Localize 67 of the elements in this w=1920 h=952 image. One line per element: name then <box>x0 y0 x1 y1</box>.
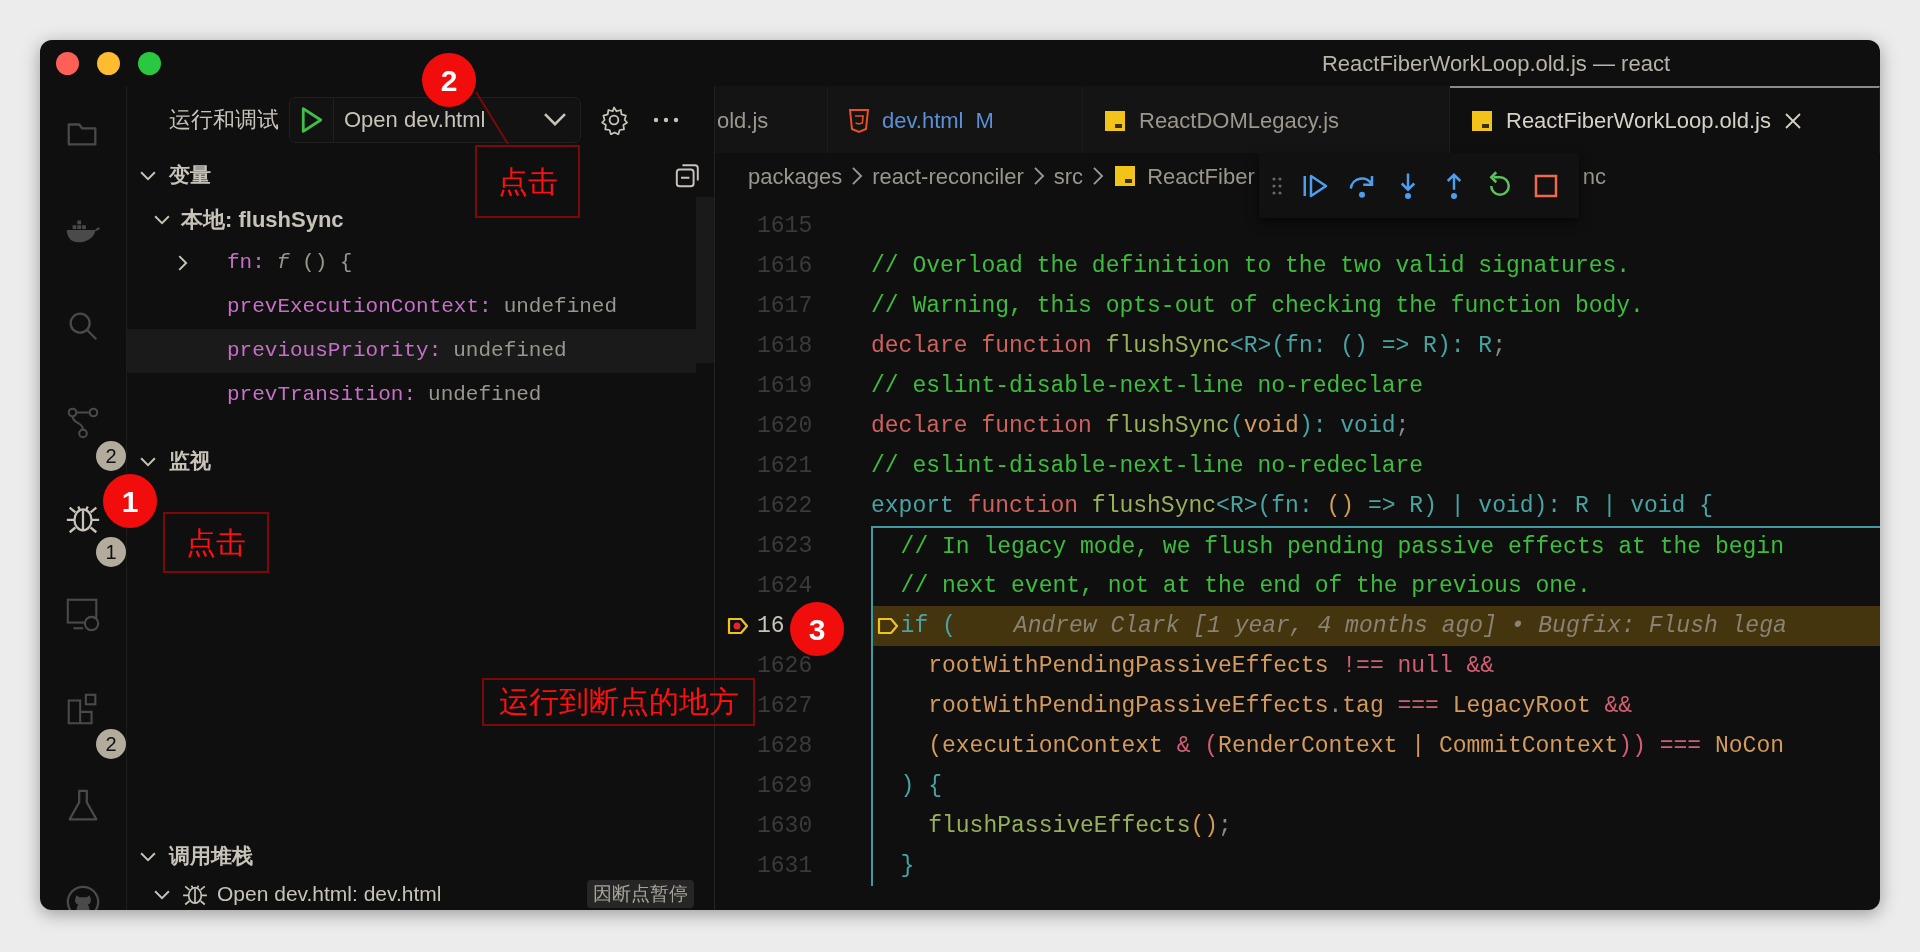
variable-row[interactable]: fn: f () { <box>127 241 696 285</box>
settings-icon[interactable] <box>599 104 629 135</box>
js-file-icon <box>1103 108 1127 133</box>
scope-name[interactable]: 本地: flushSync <box>181 202 344 236</box>
variable-value: undefined <box>453 338 567 365</box>
breadcrumb-item[interactable]: nc <box>1582 153 1606 199</box>
code-line: flushPassiveEffects(); <box>871 806 1880 846</box>
variable-value: undefined <box>503 294 618 321</box>
callout-label: 运行到断点的地方 <box>482 678 755 726</box>
paused-arrow-icon <box>877 615 899 637</box>
session-name[interactable]: Open dev.html: dev.html <box>217 878 442 910</box>
section-title[interactable]: 监视 <box>169 445 211 477</box>
step-marker: 3 <box>790 602 844 656</box>
editor-tab[interactable]: dev.html M <box>828 86 1083 153</box>
variable-row[interactable]: prevExecutionContext: undefined <box>127 285 696 329</box>
variable-name: previousPriority: <box>227 338 442 365</box>
chevron-icon <box>544 113 566 126</box>
callout-label: 点击 <box>475 145 580 218</box>
breadcrumb-item[interactable]: react-reconciler <box>872 153 1024 199</box>
sidebar-title: 运行和调试 <box>169 106 279 134</box>
step-marker: 2 <box>422 53 476 107</box>
code-line: } <box>871 846 1880 886</box>
count-badge: 2 <box>96 441 126 471</box>
variable-row[interactable]: previousPriority: undefined <box>127 329 696 373</box>
breakpoint-icon[interactable] <box>727 615 749 636</box>
step-marker: 1 <box>103 474 157 528</box>
code-line: // eslint-disable-next-line no-redeclare <box>871 371 1425 401</box>
code-line: (executionContext & (RenderContext | CommitContext)) === NoCon <box>871 726 1880 766</box>
callout-label: 点击 <box>163 512 269 573</box>
variable-row[interactable]: prevTransition: undefined <box>127 373 696 417</box>
variable-value: undefined <box>428 382 542 409</box>
status-badge: 因断点暂停 <box>587 880 694 908</box>
code-line: // eslint-disable-next-line no-redeclare <box>871 451 1425 481</box>
line-number: 16 <box>757 611 785 641</box>
code-line: // Warning, this opts-out of checking the function body. <box>871 291 1645 321</box>
js-file-icon <box>1113 164 1138 188</box>
breadcrumb-item[interactable]: src <box>1053 153 1084 199</box>
js-file-icon <box>1470 108 1494 133</box>
breadcrumb-item[interactable]: packages <box>748 153 843 199</box>
html-file-icon <box>848 107 870 134</box>
variable-name: prevTransition: <box>227 382 417 409</box>
count-badge: 1 <box>96 537 126 567</box>
variable-name: fn: <box>227 250 265 277</box>
more-icon[interactable] <box>653 115 679 124</box>
code-line: rootWithPendingPassiveEffects.tag === LegacyRoot && <box>871 686 1880 726</box>
variable-value: f () { <box>276 250 353 277</box>
close-icon[interactable] <box>1782 110 1803 131</box>
code-line: rootWithPendingPassiveEffects !== null && <box>871 646 1880 686</box>
code-line: declare function flushSync(void): void; <box>871 411 1411 441</box>
code-line: export function flushSync<R>(fn: () => R) | void): R | void { <box>871 491 1714 521</box>
editor-tab[interactable]: ReactDOMLegacy.js <box>1083 86 1450 153</box>
code-line: declare function flushSync<R>(fn: () => R): R; <box>871 331 1507 361</box>
section-title[interactable]: 调用堆栈 <box>169 840 253 872</box>
section-title[interactable]: 变量 <box>169 159 211 191</box>
breadcrumb-item[interactable]: ReactFiber <box>1113 153 1255 199</box>
window-control-icon[interactable] <box>97 51 120 75</box>
window-control-icon[interactable] <box>56 51 79 75</box>
code-line: // In legacy mode, we flush pending passive effects at the begin <box>871 526 1880 566</box>
count-badge: 2 <box>96 729 126 759</box>
variable-name: prevExecutionContext: <box>227 294 492 321</box>
editor-tab[interactable]: ReactFiberWorkLoop.old.js <box>1450 86 1880 153</box>
code-line: ) { <box>871 766 1880 806</box>
code-line: // Overload the definition to the two valid signatures. <box>871 251 1632 281</box>
window-title: ReactFiberWorkLoop.old.js — react <box>1321 49 1670 78</box>
collapse-all-icon[interactable] <box>674 161 702 189</box>
window-control-icon[interactable] <box>138 51 161 75</box>
editor-tab[interactable]: old.js <box>715 86 828 153</box>
